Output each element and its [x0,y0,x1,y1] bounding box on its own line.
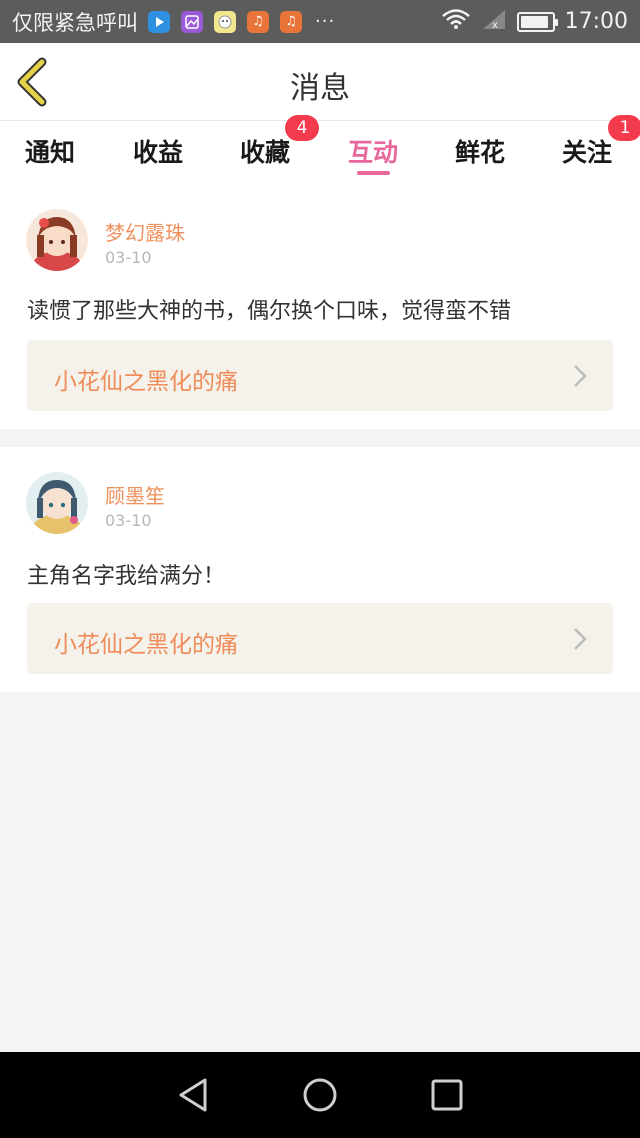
avatar[interactable] [26,472,88,534]
chevron-right-icon [574,365,587,387]
back-nav-button[interactable] [173,1075,213,1115]
battery-icon [516,11,558,32]
status-bar: 仅限紧急呼叫 ♫ ♫ ··· x 17:00 [0,0,640,43]
triangle-back-icon [179,1078,207,1112]
system-nav-bar [0,1052,640,1138]
carrier-label: 仅限紧急呼叫 [12,10,138,35]
tab-label: 关注 [562,138,613,167]
message-card: 梦幻露珠 03-10 读惯了那些大神的书，偶尔换个口味，觉得蛮不错 小花仙之黑化… [0,185,640,429]
active-tab-indicator [357,171,390,175]
tab-notifications[interactable]: 通知 [25,133,75,169]
header: 消息 [0,43,640,121]
tab-interactions[interactable]: 互动 [348,133,398,169]
tab-earnings[interactable]: 收益 [133,133,183,169]
tab-label: 鲜花 [455,138,506,167]
tab-label: 收藏 [240,138,291,167]
tab-label: 互动 [348,138,399,167]
comment-text: 主角名字我给满分！ [27,564,226,589]
video-app-icon [148,10,170,33]
message-card: 顾墨笙 03-10 主角名字我给满分！ 小花仙之黑化的痛 [0,447,640,692]
signal-icon: x [481,8,507,35]
square-recents-icon [431,1079,463,1111]
tab-bar: 通知 收益 收藏 4 互动 鲜花 关注 1 [0,115,640,185]
more-notifications: ··· [315,11,336,32]
tab-label: 通知 [25,138,76,167]
tab-follow[interactable]: 关注 [562,133,612,169]
circle-home-icon [303,1078,337,1112]
comment-text: 读惯了那些大神的书，偶尔换个口味，觉得蛮不错 [27,299,512,324]
username[interactable]: 梦幻露珠 [105,217,185,246]
book-title: 小花仙之黑化的痛 [54,369,238,395]
home-nav-button[interactable] [300,1075,340,1115]
music-app-icon: ♫ [247,10,269,33]
chevron-right-icon [574,628,587,650]
message-date: 03-10 [105,511,152,530]
favorites-badge: 4 [285,115,319,141]
username[interactable]: 顾墨笙 [105,480,165,509]
tab-label: 收益 [133,138,184,167]
recents-nav-button[interactable] [427,1075,467,1115]
music-app-icon-2: ♫ [280,10,302,33]
book-title: 小花仙之黑化的痛 [54,632,238,658]
page-title: 消息 [290,71,350,106]
message-date: 03-10 [105,248,152,267]
svg-text:x: x [492,20,498,30]
follow-badge: 1 [608,115,640,141]
avatar[interactable] [26,209,88,271]
book-link[interactable]: 小花仙之黑化的痛 [27,340,613,411]
tab-favorites[interactable]: 收藏 [240,133,290,169]
chat-app-icon [214,10,236,33]
clock: 17:00 [564,9,628,34]
wifi-icon [441,8,471,35]
book-link[interactable]: 小花仙之黑化的痛 [27,603,613,674]
tab-flowers[interactable]: 鲜花 [455,133,505,169]
gallery-app-icon [181,10,203,33]
battery-level [520,15,548,28]
